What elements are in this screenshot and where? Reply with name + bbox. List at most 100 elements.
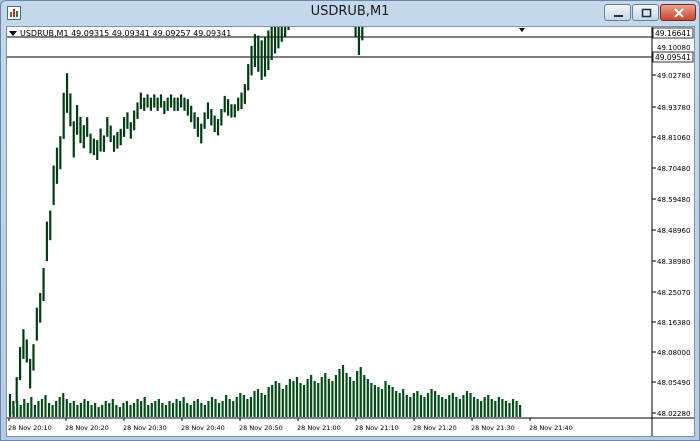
ohlc-info-text: USDRUB,M1 49.09315 49.09341 49.09257 49.… — [20, 29, 232, 38]
volume-bar — [430, 389, 433, 417]
volume-bar — [267, 387, 270, 417]
volume-bar — [168, 401, 171, 417]
volume-bar — [182, 397, 185, 417]
chart-area[interactable]: USDRUB,M1 49.09315 49.09341 49.09257 49.… — [6, 26, 695, 437]
volume-bar — [196, 399, 199, 417]
close-icon — [674, 8, 684, 18]
volume-bar — [12, 407, 15, 417]
volume-bar — [171, 403, 175, 417]
volume-bar — [55, 401, 58, 417]
chart-window: USDRUB,M1 USDRUB,M1 49.09315 49.09341 49… — [0, 0, 700, 441]
volume-bar — [472, 397, 476, 417]
volume-bar — [405, 395, 408, 417]
x-tick-label: 28 Nov 20:40 — [181, 424, 225, 432]
volume-bar — [260, 393, 263, 417]
volume-bar — [338, 369, 341, 417]
volume-bar — [164, 405, 168, 417]
volume-bar — [444, 399, 447, 417]
volume-bar — [306, 379, 309, 417]
volume-bar — [366, 379, 369, 417]
volume-bar — [519, 405, 522, 417]
volume-bar — [207, 401, 210, 417]
title-bar[interactable]: USDRUB,M1 — [1, 1, 699, 25]
volume-bar — [217, 403, 221, 417]
volume-bar — [90, 405, 93, 417]
volume-bar — [458, 399, 461, 417]
volume-bar — [299, 383, 302, 417]
volume-bar — [490, 399, 493, 417]
volume-bar — [264, 395, 267, 417]
volume-bar — [253, 391, 256, 417]
y-tick-label: 49.10080 — [657, 44, 690, 52]
volume-bar — [51, 405, 54, 417]
y-tick-label: 48.93780 — [657, 104, 690, 112]
minimize-icon — [614, 15, 623, 17]
volume-bar — [352, 381, 355, 417]
x-tick-label: 28 Nov 20:20 — [65, 424, 109, 432]
volume-bar — [239, 393, 242, 417]
volume-bar — [285, 385, 288, 417]
volume-bar — [76, 405, 79, 417]
price-chart[interactable]: 49.16641 49.10080 49.02780 48.93780 48.81060… — [7, 27, 694, 436]
volume-bar — [462, 395, 465, 417]
x-tick-label: 28 Nov 20:30 — [123, 424, 167, 432]
volume-bar — [108, 403, 111, 417]
y-tick-label: 48.05490 — [657, 379, 690, 387]
volume-bar — [451, 393, 454, 417]
volume-bar — [419, 395, 423, 417]
volume-bar — [469, 393, 472, 417]
volume-bar — [228, 399, 231, 417]
volume-bar — [281, 389, 284, 417]
volume-bar — [101, 405, 104, 417]
volume-bar — [412, 393, 415, 417]
volume-bar — [504, 401, 508, 417]
volume-bar — [179, 401, 182, 417]
volume-bar — [426, 393, 430, 417]
volume-bar — [129, 405, 132, 417]
x-tick-label: 28 Nov 21:00 — [297, 424, 341, 432]
volume-bar — [380, 389, 384, 417]
volume-bar — [9, 411, 12, 417]
volume-bar — [356, 371, 359, 417]
volume-bar — [494, 401, 497, 417]
x-tick-label: 28 Nov 21:20 — [413, 424, 457, 432]
volume-bar — [23, 399, 26, 417]
volume-bar — [175, 399, 178, 417]
volume-bar — [320, 377, 323, 417]
x-tick-label: 28 Nov 20:50 — [239, 424, 283, 432]
volume-bar — [221, 401, 224, 417]
y-tick-label: 48.25070 — [657, 289, 690, 297]
volume-bar — [154, 401, 157, 417]
chart-info-bar[interactable]: USDRUB,M1 49.09315 49.09341 49.09257 49.… — [9, 29, 231, 38]
volume-bar — [363, 375, 366, 417]
volume-bar — [225, 395, 228, 417]
volume-bar — [317, 383, 320, 417]
y-tick-label: 48.81060 — [657, 134, 690, 142]
volume-bar — [288, 379, 291, 417]
volume-bar — [313, 381, 316, 417]
volume-bar — [278, 383, 281, 417]
y-tick-label: 48.59480 — [657, 196, 690, 204]
maximize-button[interactable] — [632, 4, 659, 21]
volume-bar — [203, 405, 206, 417]
volume-bar — [384, 381, 387, 417]
volume-bar — [434, 391, 437, 417]
volume-bar — [249, 397, 253, 417]
collapse-triangle-icon[interactable] — [9, 31, 17, 36]
volume-bar — [508, 403, 511, 417]
volume-bar — [501, 399, 504, 417]
chart-shift-marker-icon — [519, 28, 525, 32]
volume-bar — [483, 397, 486, 417]
minimize-button[interactable] — [604, 4, 631, 21]
volume-bar — [331, 381, 334, 417]
close-button[interactable] — [660, 4, 696, 21]
volume-bar — [487, 395, 490, 417]
x-tick-label: 28 Nov 20:10 — [8, 424, 52, 432]
volume-bar — [69, 403, 72, 417]
volume-bar — [26, 403, 29, 417]
y-tick-label: 48.08000 — [657, 349, 690, 357]
volume-bar — [409, 397, 412, 417]
volume-bar — [37, 401, 40, 417]
volume-bar — [391, 387, 394, 417]
y-tick-label: 49.02780 — [657, 72, 690, 80]
